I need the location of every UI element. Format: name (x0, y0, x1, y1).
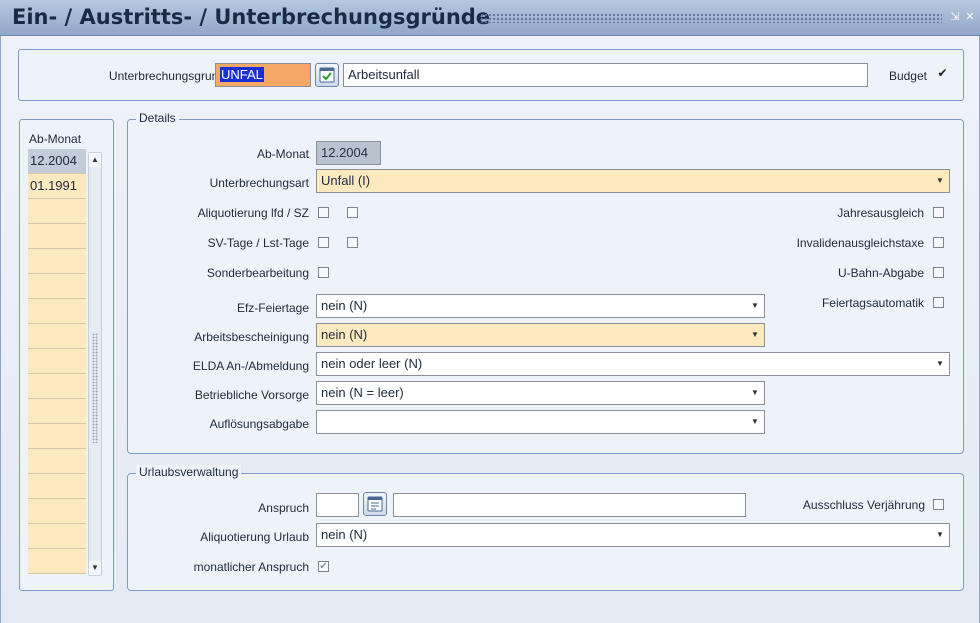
jahresausgleich-label: Jahresausgleich (837, 206, 924, 220)
ausschluss-verjaehrung-checkbox[interactable] (933, 499, 944, 510)
anspruch-text-input[interactable] (393, 493, 746, 517)
urlaubsverwaltung-legend: Urlaubsverwaltung (136, 465, 242, 479)
ab-monat-list[interactable]: 12.2004 01.1991 (28, 149, 86, 574)
ab-monat-field[interactable]: 12.2004 (316, 141, 381, 165)
budget-checkbox[interactable]: ✔ (937, 67, 948, 80)
budget-label: Budget (888, 69, 927, 83)
list-item-empty[interactable] (28, 299, 86, 324)
elda-value: nein oder leer (N) (321, 356, 423, 371)
ausschluss-verjaehrung-label: Ausschluss Verjährung (802, 498, 925, 512)
list-item-empty[interactable] (28, 424, 86, 449)
close-icon[interactable]: ✕ (963, 10, 977, 24)
list-item-empty[interactable] (28, 399, 86, 424)
ab-monat-label: Ab-Monat (256, 147, 309, 161)
arbeitsbescheinigung-select[interactable]: nein (N) ▼ (316, 323, 765, 347)
chevron-down-icon[interactable]: ▼ (748, 327, 762, 343)
validate-button[interactable] (315, 63, 339, 87)
chevron-down-icon[interactable]: ▼ (748, 385, 762, 401)
betriebliche-vorsorge-label: Betriebliche Vorsorge (194, 388, 309, 402)
chevron-down-icon[interactable]: ▼ (748, 298, 762, 314)
titlebar-grip (480, 13, 942, 23)
unterbrechungsgrund-code-value: UNFAL (220, 67, 264, 82)
invalidenausgleichstaxe-checkbox[interactable] (933, 237, 944, 248)
scroll-up-icon[interactable]: ▲ (89, 153, 101, 167)
feiertagsautomatik-checkbox[interactable] (933, 297, 944, 308)
efz-feiertage-label: Efz-Feiertage (236, 301, 309, 315)
betriebliche-vorsorge-value: nein (N = leer) (321, 385, 404, 400)
window-body: Unterbrechungsgrund UNFAL Arbeitsunfall … (0, 36, 980, 623)
monatlicher-anspruch-checkbox[interactable]: ✔ (318, 561, 329, 572)
invalidenausgleichstaxe-label: Invalidenausgleichstaxe (796, 236, 924, 250)
unterbrechungsgrund-code-input[interactable]: UNFAL (215, 63, 311, 87)
ab-monat-list-header: Ab-Monat (29, 132, 82, 146)
list-item-empty[interactable] (28, 524, 86, 549)
arbeitsbescheinigung-label: Arbeitsbescheinigung (194, 330, 309, 344)
list-item-empty[interactable] (28, 449, 86, 474)
anspruch-calendar-button[interactable] (363, 492, 387, 516)
urlaubsverwaltung-group: Urlaubsverwaltung Anspruch Ausschluss Ve… (127, 465, 964, 591)
elda-select[interactable]: nein oder leer (N) ▼ (316, 352, 950, 376)
scroll-down-icon[interactable]: ▼ (89, 561, 101, 575)
details-legend: Details (136, 111, 179, 125)
aliquotierung-urlaub-select[interactable]: nein (N) ▼ (316, 523, 950, 547)
minimize-icon[interactable]: ⇲ (948, 10, 962, 24)
list-item-empty[interactable] (28, 374, 86, 399)
arbeitsbescheinigung-value: nein (N) (321, 327, 368, 342)
list-item[interactable]: 01.1991 (28, 174, 86, 199)
check-calendar-icon (319, 67, 335, 83)
ubahn-abgabe-checkbox[interactable] (933, 267, 944, 278)
list-scrollbar[interactable]: ▲ ▼ (88, 152, 102, 576)
window-title: Ein- / Austritts- / Unterbrechungsgründe (12, 5, 491, 29)
details-group: Details Ab-Monat 12.2004 Unterbrechungsa… (127, 111, 964, 454)
unterbrechungsgrund-label: Unterbrechungsgrund (108, 69, 225, 83)
aliquotierung-urlaub-label: Aliquotierung Urlaub (200, 530, 309, 544)
chevron-down-icon[interactable]: ▼ (933, 527, 947, 543)
chevron-down-icon[interactable]: ▼ (933, 173, 947, 189)
list-item-empty[interactable] (28, 224, 86, 249)
aliquotierung-lfd-checkbox[interactable] (318, 207, 329, 218)
header-panel: Unterbrechungsgrund UNFAL Arbeitsunfall … (18, 49, 964, 101)
ubahn-abgabe-label: U-Bahn-Abgabe (837, 266, 924, 280)
window-titlebar: Ein- / Austritts- / Unterbrechungsgründe… (0, 0, 980, 36)
elda-label: ELDA An-/Abmeldung (192, 359, 309, 373)
sonderbearbeitung-checkbox[interactable] (318, 267, 329, 278)
aufloesungsabgabe-label: Auflösungsabgabe (209, 417, 309, 431)
list-item-empty[interactable] (28, 499, 86, 524)
chevron-down-icon[interactable]: ▼ (748, 414, 762, 430)
calendar-icon (367, 496, 383, 512)
lst-tage-checkbox[interactable] (347, 237, 358, 248)
sonderbearbeitung-label: Sonderbearbeitung (206, 266, 309, 280)
jahresausgleich-checkbox[interactable] (933, 207, 944, 218)
aliquotierung-urlaub-value: nein (N) (321, 527, 368, 542)
sv-tage-checkbox[interactable] (318, 237, 329, 248)
monatlicher-anspruch-label: monatlicher Anspruch (193, 560, 309, 574)
aliquotierung-sz-checkbox[interactable] (347, 207, 358, 218)
aliquotierung-label: Aliquotierung lfd / SZ (197, 206, 309, 220)
unterbrechungsart-label: Unterbrechungsart (209, 176, 309, 190)
betriebliche-vorsorge-select[interactable]: nein (N = leer) ▼ (316, 381, 765, 405)
list-item-empty[interactable] (28, 474, 86, 499)
list-item-empty[interactable] (28, 274, 86, 299)
aufloesungsabgabe-select[interactable]: ▼ (316, 410, 765, 434)
scroll-grip[interactable] (92, 333, 98, 443)
anspruch-input[interactable] (316, 493, 359, 517)
list-item-empty[interactable] (28, 324, 86, 349)
list-item-empty[interactable] (28, 199, 86, 224)
efz-feiertage-value: nein (N) (321, 298, 368, 313)
unterbrechungsart-select[interactable]: Unfall (I) ▼ (316, 169, 950, 193)
feiertagsautomatik-label: Feiertagsautomatik (821, 296, 924, 310)
anspruch-label: Anspruch (258, 501, 309, 515)
sv-tage-label: SV-Tage / Lst-Tage (207, 236, 309, 250)
list-item-empty[interactable] (28, 549, 86, 574)
unterbrechungsart-value: Unfall (I) (321, 173, 371, 188)
list-item[interactable]: 12.2004 (28, 149, 86, 174)
chevron-down-icon[interactable]: ▼ (933, 356, 947, 372)
efz-feiertage-select[interactable]: nein (N) ▼ (316, 294, 765, 318)
list-item-empty[interactable] (28, 249, 86, 274)
list-item-empty[interactable] (28, 349, 86, 374)
unterbrechungsgrund-text-input[interactable]: Arbeitsunfall (343, 63, 868, 87)
